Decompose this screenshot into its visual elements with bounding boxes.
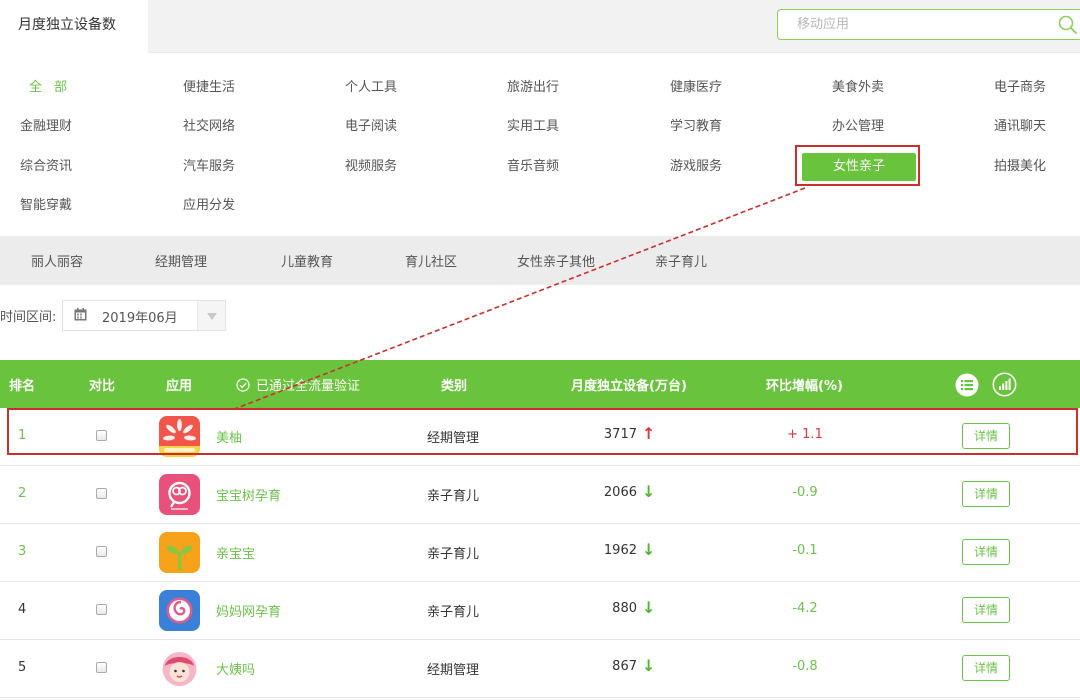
header-compare: 对比: [89, 379, 116, 394]
category-selected[interactable]: 女性亲子: [802, 153, 916, 181]
compare-checkbox[interactable]: [96, 488, 107, 499]
header-app: 应用: [166, 379, 193, 394]
dropdown-toggle[interactable]: [197, 301, 225, 330]
detail-button[interactable]: 详情: [962, 539, 1010, 565]
table-row: 4 妈妈网孕育 亲子育儿 880 ↓ -4.2 详情: [0, 582, 1080, 640]
category-item[interactable]: 金融理财: [20, 117, 72, 137]
category-item[interactable]: 拍摄美化: [994, 157, 1046, 177]
top-bar: 月度独立设备数: [0, 0, 1080, 53]
app-name-link[interactable]: 大姨吗: [216, 659, 255, 678]
time-range-value: 2019年06月: [102, 311, 178, 326]
row-devices: 880: [612, 601, 637, 616]
row-devices: 867: [612, 659, 637, 674]
compare-checkbox[interactable]: [96, 662, 107, 673]
row-devices: 2066: [603, 485, 637, 500]
highlight-row-frame: [7, 408, 1078, 455]
time-range-select[interactable]: 2019年06月: [62, 300, 226, 331]
category-item[interactable]: 游戏服务: [670, 157, 722, 177]
table-header: 排名 对比 应用 已通过全流量验证 类别 月度独立设备(万台) 环比增幅(%): [0, 360, 1080, 408]
subcategory-bar: 丽人丽容 经期管理 儿童教育 育儿社区 女性亲子其他 亲子育儿: [0, 236, 1080, 285]
trend-down-icon: ↓: [642, 598, 656, 617]
category-item[interactable]: 办公管理: [832, 117, 884, 137]
category-item[interactable]: 音乐音频: [507, 157, 559, 177]
subcategory-item[interactable]: 亲子育儿: [655, 251, 707, 270]
subcategory-item[interactable]: 儿童教育: [281, 251, 333, 270]
category-item[interactable]: 电子商务: [994, 78, 1046, 98]
category-item[interactable]: 美食外卖: [832, 78, 884, 98]
app-name-link[interactable]: 妈妈网孕育: [216, 601, 281, 620]
row-category: 亲子育儿: [427, 547, 480, 562]
search-icon[interactable]: [1058, 15, 1078, 35]
row-category: 亲子育儿: [427, 489, 480, 504]
calendar-icon: [74, 308, 87, 321]
search-input[interactable]: [778, 10, 1048, 39]
app-name-link[interactable]: 宝宝树孕育: [216, 485, 281, 504]
dayima-app-icon[interactable]: [159, 648, 200, 689]
detail-button[interactable]: 详情: [962, 655, 1010, 681]
chart-view-icon[interactable]: [992, 372, 1017, 397]
subcategory-item[interactable]: 女性亲子其他: [517, 251, 595, 270]
table-row: 2 宝宝树孕育 亲子育儿 2066 ↓ -0.9 详情: [0, 466, 1080, 524]
verified-label: 已通过全流量验证: [256, 379, 361, 394]
verified-filter[interactable]: 已通过全流量验证: [236, 375, 360, 394]
detail-button[interactable]: 详情: [962, 481, 1010, 507]
row-devices: 1962: [603, 543, 637, 558]
subcategory-item[interactable]: 经期管理: [155, 251, 207, 270]
category-item[interactable]: 电子阅读: [345, 117, 397, 137]
trend-down-icon: ↓: [642, 656, 656, 675]
category-item[interactable]: 智能穿戴: [20, 196, 72, 216]
app-name-link[interactable]: 亲宝宝: [216, 543, 255, 562]
subcategory-item[interactable]: 丽人丽容: [31, 251, 83, 270]
compare-checkbox[interactable]: [96, 546, 107, 557]
category-item[interactable]: 实用工具: [507, 117, 559, 137]
category-item[interactable]: 社交网络: [183, 117, 235, 137]
row-rank: 5: [18, 660, 27, 675]
table-row: 5 大姨吗 经期管理 867 ↓ -0.8 详情: [0, 640, 1080, 698]
mamawang-app-icon[interactable]: [159, 590, 200, 631]
row-rank: 3: [18, 544, 27, 559]
category-item[interactable]: 旅游出行: [507, 78, 559, 98]
category-item[interactable]: 视频服务: [345, 157, 397, 177]
category-item[interactable]: 个人工具: [345, 78, 397, 98]
row-rank: 4: [18, 602, 27, 617]
row-growth: -0.1: [792, 543, 818, 558]
category-all[interactable]: 全 部: [29, 78, 71, 98]
compare-checkbox[interactable]: [96, 604, 107, 615]
row-category: 亲子育儿: [427, 605, 480, 620]
detail-button[interactable]: 详情: [962, 597, 1010, 623]
header-rank: 排名: [9, 379, 36, 394]
category-item[interactable]: 健康医疗: [670, 78, 722, 98]
category-item[interactable]: 通讯聊天: [994, 117, 1046, 137]
category-item[interactable]: 便捷生活: [183, 78, 235, 98]
trend-down-icon: ↓: [642, 482, 656, 501]
category-item[interactable]: 应用分发: [183, 196, 235, 216]
header-growth[interactable]: 环比增幅(%): [766, 375, 843, 394]
category-item[interactable]: 学习教育: [670, 117, 722, 137]
table-row: 3 亲宝宝 亲子育儿 1962 ↓ -0.1 详情: [0, 524, 1080, 582]
header-category: 类别: [441, 379, 468, 394]
row-rank: 2: [18, 486, 27, 501]
qinbaobao-app-icon[interactable]: [159, 532, 200, 573]
row-growth: -0.8: [792, 659, 818, 674]
category-item[interactable]: 汽车服务: [183, 157, 235, 177]
babytree-app-icon[interactable]: [159, 474, 200, 515]
dropdown-arrow-icon: [207, 313, 217, 320]
check-circle-icon: [236, 378, 250, 392]
list-view-icon[interactable]: [955, 373, 979, 397]
subcategory-item[interactable]: 育儿社区: [405, 251, 457, 270]
trend-down-icon: ↓: [642, 540, 656, 559]
row-growth: -4.2: [792, 601, 818, 616]
header-devices[interactable]: 月度独立设备(万台): [571, 375, 687, 394]
search-box[interactable]: [777, 9, 1080, 40]
tab-monthly-devices[interactable]: 月度独立设备数: [0, 0, 148, 53]
time-range-label: 时间区间:: [0, 310, 57, 325]
row-category: 经期管理: [427, 663, 480, 678]
row-growth: -0.9: [792, 485, 818, 500]
category-item[interactable]: 综合资讯: [20, 157, 72, 177]
